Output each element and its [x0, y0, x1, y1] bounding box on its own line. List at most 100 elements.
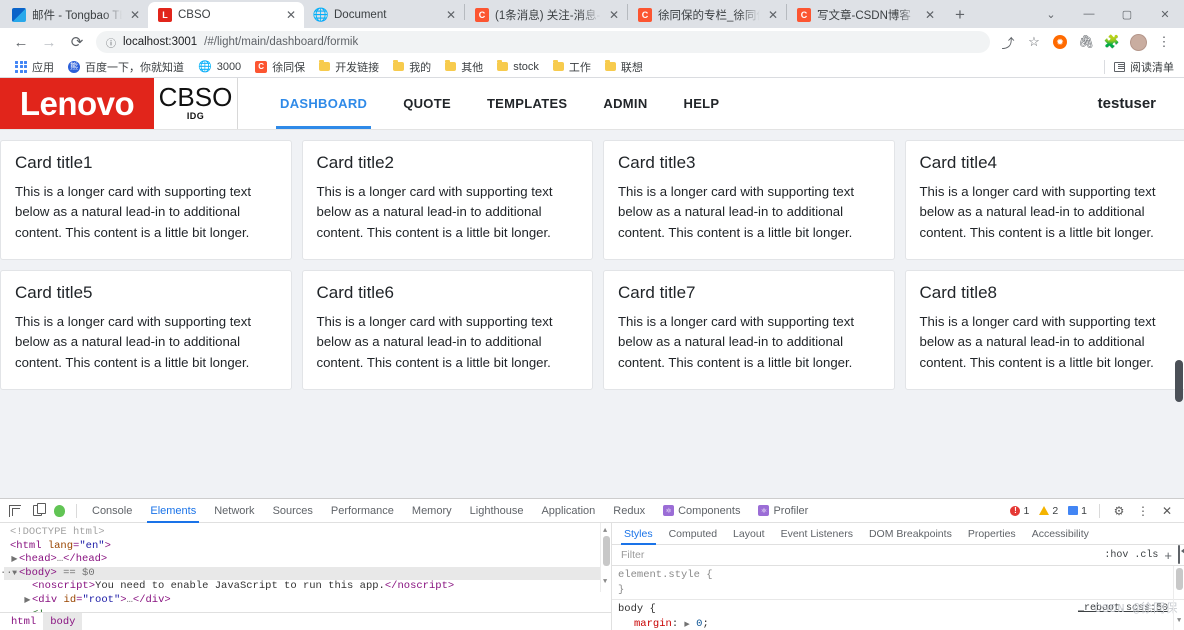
browser-tab[interactable]: C 徐同保的专栏_徐同保_CSD ✕ — [628, 2, 786, 28]
nav-item-admin[interactable]: ADMIN — [585, 78, 665, 129]
devtools-tab-elements[interactable]: Elements — [141, 499, 205, 523]
devtools-tab-network[interactable]: Network — [205, 499, 263, 523]
tab-search-icon[interactable]: ⌄ — [1032, 0, 1070, 28]
styles-tab-dom-breakpoints[interactable]: DOM Breakpoints — [861, 523, 960, 545]
tab-close-icon[interactable]: ✕ — [284, 8, 298, 22]
computed-sidebar-toggle[interactable] — [1178, 545, 1180, 564]
hover-state-button[interactable]: :hov — [1104, 550, 1128, 561]
browser-tab[interactable]: 邮件 - Tongbao TB1 Xu - ✕ — [2, 2, 148, 28]
styles-tab-computed[interactable]: Computed — [661, 523, 725, 545]
devtools-menu-icon[interactable]: ⋮ — [1132, 500, 1154, 522]
bookmark-apps[interactable]: 应用 — [8, 57, 61, 77]
class-editor-button[interactable]: .cls — [1134, 550, 1158, 561]
card[interactable]: Card title2 This is a longer card with s… — [301, 140, 593, 260]
dom-line-selected[interactable]: ··· ▼ <body> == $0 — [0, 566, 611, 581]
dom-line[interactable]: <noscript>You need to enable JavaScript … — [4, 580, 611, 594]
bookmark-3000[interactable]: 🌐 3000 — [191, 57, 248, 77]
card[interactable]: Card title6 This is a longer card with s… — [301, 269, 593, 390]
page-scrollbar-thumb[interactable] — [1175, 360, 1183, 402]
profile-avatar[interactable] — [1126, 30, 1150, 54]
reading-list-button[interactable]: 阅读清单 — [1104, 59, 1176, 75]
devtools-tab-performance[interactable]: Performance — [322, 499, 403, 523]
browser-tab[interactable]: C 写文章-CSDN博客 ✕ — [787, 2, 943, 28]
bookmark-folder-work[interactable]: 工作 — [546, 57, 598, 77]
styles-tab-layout[interactable]: Layout — [725, 523, 773, 545]
dom-scrollbar-thumb[interactable] — [603, 536, 610, 566]
nav-item-quote[interactable]: QUOTE — [385, 78, 469, 129]
devtools-close-icon[interactable]: ✕ — [1156, 500, 1178, 522]
user-menu[interactable]: testuser — [1098, 78, 1184, 129]
styles-rules-list[interactable]: element.style { } _reboot.scss:50 body {… — [612, 566, 1184, 630]
rule-source-link[interactable]: _reboot.scss:50 — [1078, 602, 1168, 617]
new-tab-button[interactable]: + — [947, 2, 973, 28]
devtools-tab-redux[interactable]: Redux — [604, 499, 654, 523]
devtools-tab-lighthouse[interactable]: Lighthouse — [461, 499, 533, 523]
card[interactable]: Card title3 This is a longer card with s… — [603, 140, 895, 260]
message-counter[interactable]: 1 — [1064, 505, 1091, 517]
bookmark-baidu[interactable]: 熊 百度一下，你就知道 — [61, 57, 191, 77]
maximize-button[interactable]: ▢ — [1108, 0, 1146, 28]
tab-close-icon[interactable]: ✕ — [128, 8, 142, 22]
card[interactable]: Card title8 This is a longer card with s… — [904, 269, 1184, 390]
style-property-margin[interactable]: margin: ▶ 0; — [618, 617, 1178, 630]
devtools-tab-application[interactable]: Application — [532, 499, 604, 523]
forward-button[interactable]: → — [36, 29, 62, 55]
chrome-menu-icon[interactable]: ⋮ — [1152, 30, 1176, 54]
dom-scrollbar[interactable]: ▲ ▼ — [600, 523, 611, 592]
browser-tab[interactable]: C (1条消息) 关注-消息-CSDN ✕ — [465, 2, 627, 28]
styles-filter-input[interactable]: Filter — [616, 549, 1098, 561]
card[interactable]: Card title4 This is a longer card with s… — [904, 140, 1184, 260]
error-counter[interactable]: ! 1 — [1006, 505, 1033, 517]
browser-tab[interactable]: 🌐 Document ✕ — [304, 2, 464, 28]
bookmark-csdn[interactable]: C 徐同保 — [248, 57, 312, 77]
page-scrollbar[interactable] — [1174, 78, 1184, 498]
lenovo-logo[interactable]: Lenovo — [0, 78, 154, 129]
nav-item-dashboard[interactable]: DASHBOARD — [262, 78, 385, 129]
dom-line[interactable]: ▶<head>…</head> — [4, 553, 611, 567]
breadcrumb-html[interactable]: html — [4, 613, 43, 630]
card[interactable]: Card title7 This is a longer card with s… — [603, 269, 895, 390]
site-info-icon[interactable]: ⓘ — [106, 35, 116, 50]
puzzle-icon[interactable]: 🧩 — [1100, 30, 1124, 54]
warning-counter[interactable]: 2 — [1035, 505, 1062, 517]
dom-line[interactable]: <!DOCTYPE html> — [4, 526, 611, 540]
styles-tab-properties[interactable]: Properties — [960, 523, 1024, 545]
device-toolbar-icon[interactable] — [26, 500, 48, 522]
nav-item-templates[interactable]: TEMPLATES — [469, 78, 585, 129]
inspect-element-icon[interactable] — [4, 500, 26, 522]
styles-tab-event-listeners[interactable]: Event Listeners — [773, 523, 861, 545]
styles-scrollbar[interactable]: ▼ — [1173, 566, 1184, 630]
new-style-rule-button[interactable]: + — [1164, 548, 1172, 563]
bookmark-folder-lenovo[interactable]: 联想 — [598, 57, 650, 77]
styles-scrollbar-thumb[interactable] — [1176, 568, 1183, 590]
bookmark-folder-dev[interactable]: 开发链接 — [312, 57, 386, 77]
dom-line[interactable]: ▶<div id="root">…</div> — [4, 594, 611, 608]
expand-triangle-icon[interactable]: ▶ — [684, 621, 689, 629]
devtools-tab-profiler[interactable]: ⚛ Profiler — [749, 499, 817, 523]
browser-tab-active[interactable]: L CBSO ✕ — [148, 2, 304, 28]
card[interactable]: Card title1 This is a longer card with s… — [0, 140, 292, 260]
bookmark-folder-other[interactable]: 其他 — [438, 57, 490, 77]
dom-tree[interactable]: <!DOCTYPE html> <html lang="en"> ▶<head>… — [0, 523, 611, 612]
node-green-icon[interactable] — [48, 500, 70, 522]
styles-tab-accessibility[interactable]: Accessibility — [1024, 523, 1097, 545]
breadcrumb-body[interactable]: body — [43, 612, 83, 630]
settings-gear-icon[interactable]: ⚙ — [1108, 500, 1130, 522]
extension-orange-icon[interactable]: ✹ — [1048, 30, 1072, 54]
devtools-tab-components[interactable]: ⚛ Components — [654, 499, 749, 523]
share-icon[interactable]: ⤴ — [996, 30, 1020, 54]
address-bar[interactable]: ⓘ localhost:3001 /#/light/main/dashboard/… — [96, 31, 990, 53]
bookmark-star-icon[interactable]: ☆ — [1022, 30, 1046, 54]
scroll-down-icon[interactable]: ▼ — [1177, 614, 1181, 629]
styles-tab-styles[interactable]: Styles — [616, 523, 661, 545]
card[interactable]: Card title5 This is a longer card with s… — [0, 269, 292, 390]
style-rule-body[interactable]: _reboot.scss:50 body { margin: ▶ 0; font… — [612, 600, 1184, 630]
reload-button[interactable]: ⟳ — [64, 29, 90, 55]
devtools-tab-console[interactable]: Console — [83, 499, 141, 523]
dom-line[interactable]: <html lang="en"> — [4, 540, 611, 554]
bookmark-folder-mine[interactable]: 我的 — [386, 57, 438, 77]
scroll-down-icon[interactable]: ▼ — [603, 576, 607, 590]
tab-close-icon[interactable]: ✕ — [923, 8, 937, 22]
minimize-button[interactable]: — — [1070, 0, 1108, 28]
close-window-button[interactable]: ✕ — [1146, 0, 1184, 28]
